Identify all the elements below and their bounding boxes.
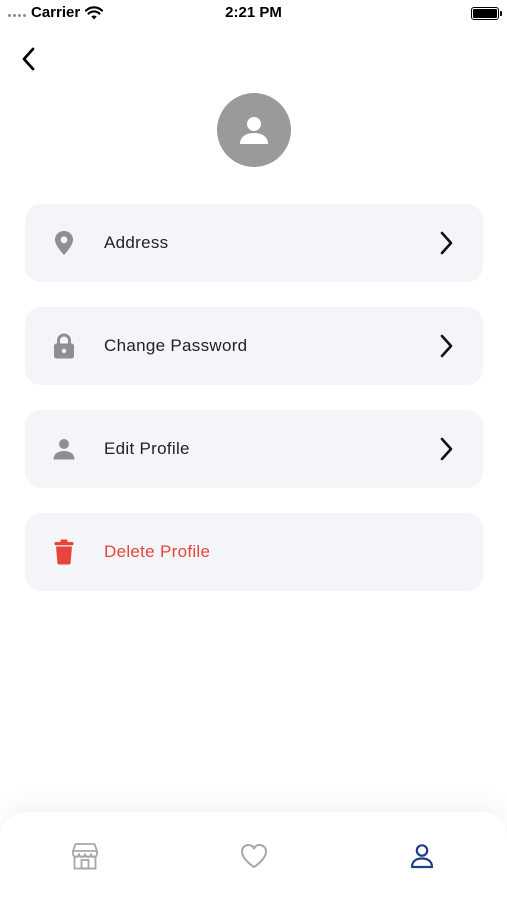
menu-item-address[interactable]: Address — [25, 204, 483, 282]
nav-store[interactable] — [65, 838, 105, 874]
menu-item-label: Delete Profile — [104, 542, 211, 561]
menu-item-edit-profile[interactable]: Edit Profile — [25, 410, 483, 488]
menu-item-delete-profile[interactable]: Delete Profile — [25, 513, 483, 591]
store-icon — [72, 843, 98, 870]
nav-favorites[interactable] — [234, 838, 274, 874]
menu-item-label: Edit Profile — [104, 439, 190, 458]
status-bar: Carrier 2:21 PM — [0, 0, 507, 28]
person-icon — [52, 410, 76, 488]
menu-item-label: Address — [104, 233, 169, 252]
person-icon — [240, 117, 268, 144]
chevron-left-icon — [22, 47, 35, 71]
bottom-nav — [0, 812, 507, 900]
location-pin-icon — [52, 204, 76, 282]
nav-profile[interactable] — [402, 838, 442, 874]
chevron-right-icon — [439, 307, 453, 385]
user-icon — [410, 844, 434, 869]
heart-icon — [241, 844, 267, 868]
chevron-right-icon — [439, 410, 453, 488]
menu-item-label: Change Password — [104, 336, 248, 355]
menu-item-change-password[interactable]: Change Password — [25, 307, 483, 385]
settings-menu: Address Change Password Edit Profile Del… — [25, 204, 483, 616]
chevron-right-icon — [439, 204, 453, 282]
lock-icon — [52, 307, 76, 385]
profile-settings-screen: Carrier 2:21 PM Address Change Password … — [0, 0, 507, 900]
battery-icon — [471, 7, 502, 20]
back-button[interactable] — [14, 44, 44, 74]
avatar[interactable] — [217, 93, 291, 167]
status-time: 2:21 PM — [225, 4, 282, 21]
trash-icon — [52, 513, 76, 591]
